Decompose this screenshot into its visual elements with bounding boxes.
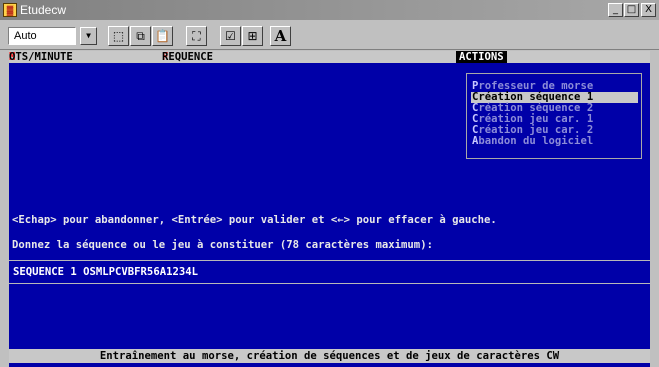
fullscreen-button[interactable]: ⛶ [186, 26, 207, 46]
title-bar: ▓ Etudecw _ □ X [0, 0, 659, 20]
font-size-select[interactable]: Auto [8, 27, 76, 45]
mark-icon: ⬚ [112, 29, 125, 43]
sequence-input[interactable]: SEQUENCE 1 OSMLPCVBFR56A1234L [13, 266, 198, 278]
window-title: Etudecw [20, 3, 67, 17]
actions-menu-label[interactable]: ACTIONS [456, 51, 507, 63]
maximize-button[interactable]: □ [624, 3, 639, 17]
paste-button[interactable]: 📋 [152, 26, 173, 46]
chevron-down-icon[interactable]: ▼ [80, 27, 97, 45]
toolbar: Auto ▼ ⬚ ⧉ 📋 ⛶ ☑ ⊞ A [0, 20, 659, 50]
font-button[interactable]: A [270, 26, 291, 46]
app-icon[interactable]: ▓ [3, 3, 17, 17]
background-button[interactable]: ⊞ [242, 26, 263, 46]
help-text: <Echap> pour abandonner, <Entrée> pour v… [12, 214, 497, 226]
console-screen[interactable]: M OTS/MINUTE F REQUENCE ACTIONS Professeur… [9, 51, 650, 367]
properties-button[interactable]: ☑ [220, 26, 241, 46]
copy-button[interactable]: ⧉ [130, 26, 151, 46]
minimize-button[interactable]: _ [608, 3, 623, 17]
actions-menu: Professeur de morse Création séquence 1 … [466, 73, 642, 159]
prompt-text: Donnez la séquence ou le jeu à constitue… [12, 239, 433, 251]
menu-item-abandon[interactable]: Abandon du logiciel [472, 136, 593, 147]
status-bar: Entraînement au morse, création de séque… [9, 349, 650, 363]
fullscreen-icon: ⛶ [192, 29, 201, 43]
paste-icon: 📋 [155, 29, 170, 43]
background-icon: ⊞ [247, 29, 258, 43]
header-bar: M OTS/MINUTE F REQUENCE [9, 51, 650, 63]
mark-button[interactable]: ⬚ [108, 26, 129, 46]
sequence-input-box[interactable]: SEQUENCE 1 OSMLPCVBFR56A1234L [9, 260, 650, 284]
properties-icon: ☑ [225, 29, 236, 43]
close-button[interactable]: X [641, 3, 656, 17]
copy-icon: ⧉ [136, 29, 145, 43]
font-icon: A [274, 27, 287, 45]
